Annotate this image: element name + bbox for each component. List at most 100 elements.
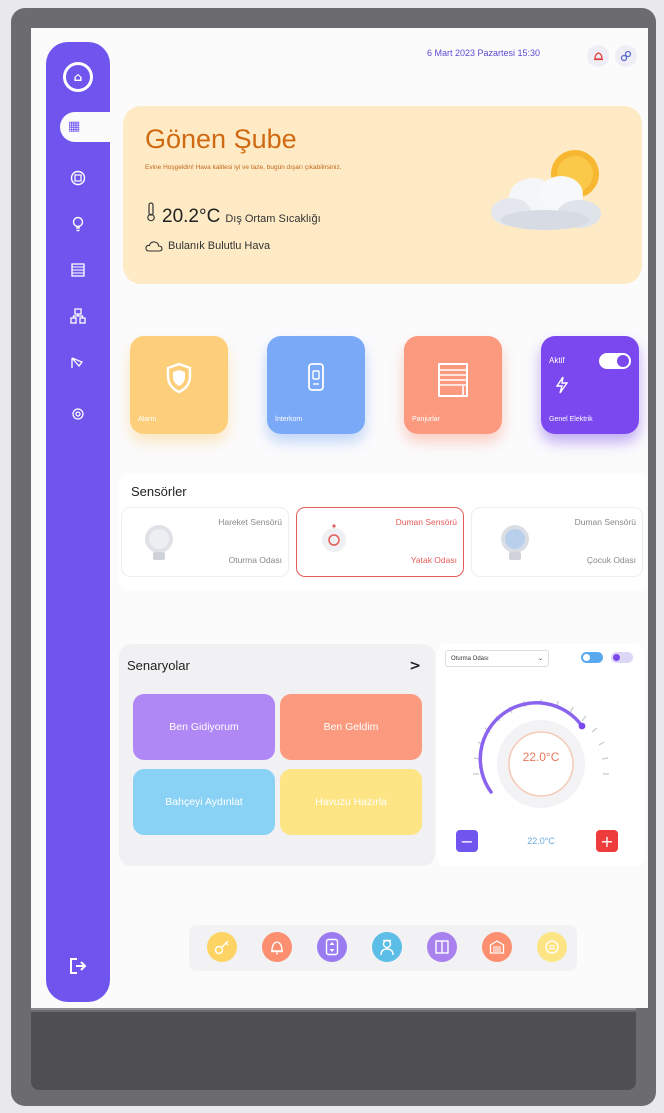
sensor-card-smoke[interactable]: Duman Sensörü Çocuk Odası (471, 507, 643, 577)
link-button[interactable] (615, 45, 637, 67)
power-toggle[interactable] (599, 353, 631, 369)
sensor-name: Duman Sensörü (395, 517, 457, 527)
alarm-button[interactable] (587, 45, 609, 67)
scenario-garden-lights-button[interactable]: Bahçeyi Aydınlat (133, 769, 275, 835)
blinds-icon (438, 363, 468, 397)
tablet-chin (31, 1012, 636, 1090)
increase-temperature-button[interactable]: + (596, 830, 618, 852)
decrease-temperature-button[interactable]: − (456, 830, 478, 852)
dashboard-icon: ▦ (68, 119, 81, 134)
branch-title: Gönen Şube (145, 124, 297, 154)
sidebar-item-settings[interactable] (46, 400, 110, 428)
quick-actions-dock (189, 925, 577, 971)
thermometer-icon (147, 202, 155, 222)
toggle-knob (613, 654, 620, 661)
sensors-title: Sensörler (131, 484, 187, 499)
power-status: Aktif (549, 356, 565, 365)
sensor-card-motion[interactable]: Hareket Sensörü Oturma Odası (121, 507, 289, 577)
camera-icon (71, 357, 84, 368)
toggle-knob (617, 355, 629, 367)
smoke-sensor-icon (501, 525, 529, 560)
lightning-icon (555, 376, 569, 394)
scenario-pool-button[interactable]: Havuzu Hazırla (280, 769, 422, 835)
toggle-knob (583, 654, 590, 661)
lightbulb-icon (72, 216, 84, 232)
cloud-icon (145, 241, 163, 252)
home-logo-icon[interactable]: ⌂ (63, 62, 93, 92)
garage-button[interactable] (482, 932, 512, 962)
power-toggle[interactable] (611, 652, 633, 663)
header-datetime: 6 Mart 2023 Pazartesi 15:30 (427, 48, 541, 58)
welcome-message: Evine Hoşgeldin! Hava kalitesi iyi ve ta… (145, 164, 342, 171)
outdoor-temperature: 20.2°C Dış Ortam Sıcaklığı (145, 202, 321, 228)
intercom-icon (308, 363, 324, 391)
current-temperature: 22.0°C (522, 750, 560, 764)
sidebar-item-building[interactable] (46, 164, 110, 192)
app-screen: ⌂ ▦ 6 Mart 2023 Pazartesi 15:30 Gönen Şu… (31, 28, 648, 1008)
exit-icon (70, 958, 87, 974)
condition-text: Bulanık Bulutlu Hava (168, 240, 271, 252)
doorman-icon (380, 939, 394, 956)
tile-label: Alarm (138, 416, 157, 423)
sensor-room: Yatak Odası (410, 555, 457, 565)
scenario-leaving-button[interactable]: Ben Gidiyorum (133, 694, 275, 760)
sensor-card-smoke-active[interactable]: Duman Sensörü Yatak Odası (296, 507, 464, 577)
garage-icon (489, 940, 505, 954)
bell-icon (593, 51, 603, 60)
link-icon (620, 50, 632, 62)
chevron-down-icon: ⌄ (537, 656, 543, 662)
alarm-tile[interactable]: Alarm (130, 336, 228, 434)
smoke-sensor-icon (322, 524, 346, 552)
blinds-tile[interactable]: Panjurlar (404, 336, 502, 434)
sidebar-item-dashboard[interactable]: ▦ (60, 112, 120, 142)
weather-card: Gönen Şube Evine Hoşgeldin! Hava kalites… (123, 106, 642, 284)
power-tile[interactable]: Aktif Genel Elektrik (541, 336, 639, 434)
sensor-room: Oturma Odası (228, 555, 282, 565)
bell-icon (271, 941, 283, 955)
sun-cloud-illustration (491, 150, 601, 230)
intercom-tile[interactable]: İnterkom (267, 336, 365, 434)
shield-icon (166, 362, 192, 394)
sensor-name: Duman Sensörü (574, 517, 636, 527)
sensor-name: Hareket Sensörü (218, 517, 282, 527)
scenario-arriving-button[interactable]: Ben Geldim (280, 694, 422, 760)
bell-button[interactable] (262, 932, 292, 962)
temperature-label: Dış Ortam Sıcaklığı (225, 213, 321, 225)
motion-sensor-icon (145, 525, 173, 560)
sensor-room: Çocuk Odası (586, 555, 636, 565)
sidebar-item-blinds[interactable] (46, 256, 110, 284)
elevator-icon (325, 938, 339, 956)
sidebar-item-lighting[interactable] (46, 210, 110, 238)
key-icon (214, 940, 229, 955)
sidebar-item-network[interactable] (46, 302, 110, 330)
door-button[interactable] (427, 932, 457, 962)
tile-label: Genel Elektrik (549, 416, 593, 423)
scenarios-title: Senaryolar (127, 658, 190, 673)
doorman-button[interactable] (372, 932, 402, 962)
key-button[interactable] (207, 932, 237, 962)
note-button[interactable] (537, 932, 567, 962)
setpoint-temperature: 22.0°C (527, 836, 555, 846)
settings-icon (72, 408, 84, 420)
tile-label: Panjurlar (412, 416, 441, 423)
room-select-value: Oturma Odası (451, 655, 489, 662)
tile-label: İnterkom (275, 416, 303, 423)
thermostat-panel: Oturma Odası ⌄ 22.0°C − 22.0°C + (437, 644, 645, 866)
temperature-value: 20.2°C (162, 206, 221, 227)
door-icon (435, 940, 449, 954)
room-select[interactable]: Oturma Odası ⌄ (445, 650, 549, 667)
scenarios-panel: Senaryolar > Ben Gidiyorum Ben Geldim Ba… (119, 644, 435, 866)
scenarios-more-button[interactable]: > (409, 658, 421, 674)
mode-toggle[interactable] (581, 652, 603, 663)
sidebar: ⌂ ▦ (46, 42, 120, 1002)
elevator-button[interactable] (317, 932, 347, 962)
bezel-divider (31, 1008, 636, 1010)
sensors-panel: Sensörler Hareket Sensörü Oturma Odası D… (119, 473, 647, 591)
note-icon (545, 940, 559, 954)
sidebar-item-camera[interactable] (46, 348, 110, 376)
network-icon (70, 308, 86, 324)
exit-button[interactable] (68, 956, 90, 980)
building-icon (70, 170, 86, 186)
weather-condition: Bulanık Bulutlu Hava (145, 240, 270, 252)
blinds-icon (71, 263, 85, 277)
